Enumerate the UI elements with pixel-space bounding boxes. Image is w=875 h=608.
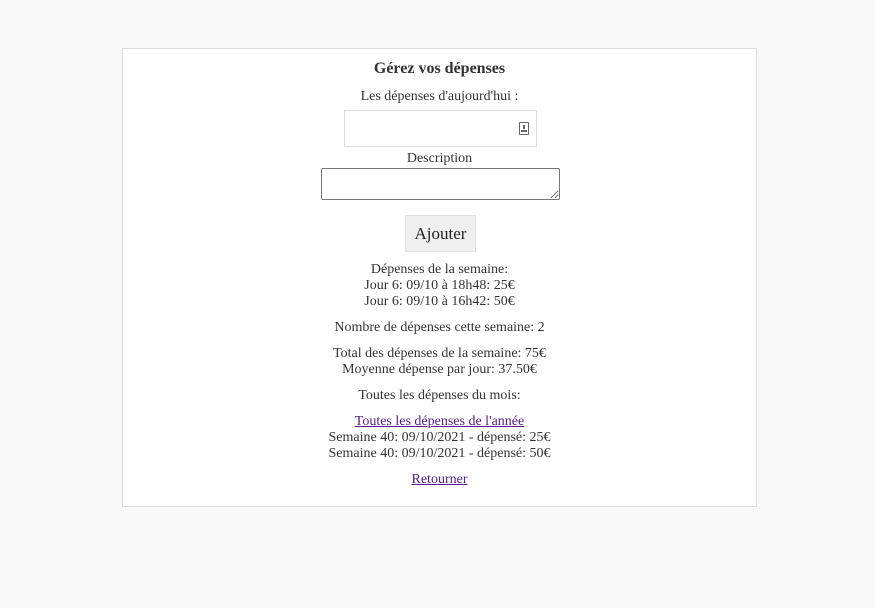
week-heading: Dépenses de la semaine: bbox=[370, 262, 509, 277]
week-entry: Jour 6: 09/10 à 16h42: 50€ bbox=[364, 294, 515, 309]
daily-average-text: Moyenne dépense par jour: 37.50€ bbox=[342, 362, 537, 377]
year-expenses-link[interactable]: Toutes les dépenses de l'année bbox=[355, 414, 524, 429]
add-button[interactable]: Ajouter bbox=[405, 215, 476, 252]
page-title: Gérez vos dépenses bbox=[373, 60, 506, 77]
week-count-text: Nombre de dépenses cette semaine: 2 bbox=[334, 320, 545, 335]
year-entry: Semaine 40: 09/10/2021 - dépensé: 25€ bbox=[328, 430, 551, 445]
week-entry: Jour 6: 09/10 à 18h48: 25€ bbox=[364, 278, 515, 293]
amount-input[interactable] bbox=[344, 110, 537, 147]
month-heading: Toutes les dépenses du mois: bbox=[358, 388, 521, 403]
contact-card-icon[interactable] bbox=[519, 122, 529, 135]
back-link[interactable]: Retourner bbox=[412, 472, 468, 487]
description-label: Description bbox=[406, 151, 473, 166]
description-input[interactable] bbox=[321, 168, 560, 200]
week-total-text: Total des dépenses de la semaine: 75€ bbox=[333, 346, 546, 361]
year-entry: Semaine 40: 09/10/2021 - dépensé: 50€ bbox=[328, 446, 551, 461]
back-link-row: Retourner bbox=[123, 472, 756, 488]
year-expenses-link-row: Toutes les dépenses de l'année bbox=[123, 414, 756, 430]
expense-card: Gérez vos dépenses Les dépenses d'aujour… bbox=[122, 48, 757, 507]
amount-label: Les dépenses d'aujourd'hui : bbox=[360, 89, 519, 104]
